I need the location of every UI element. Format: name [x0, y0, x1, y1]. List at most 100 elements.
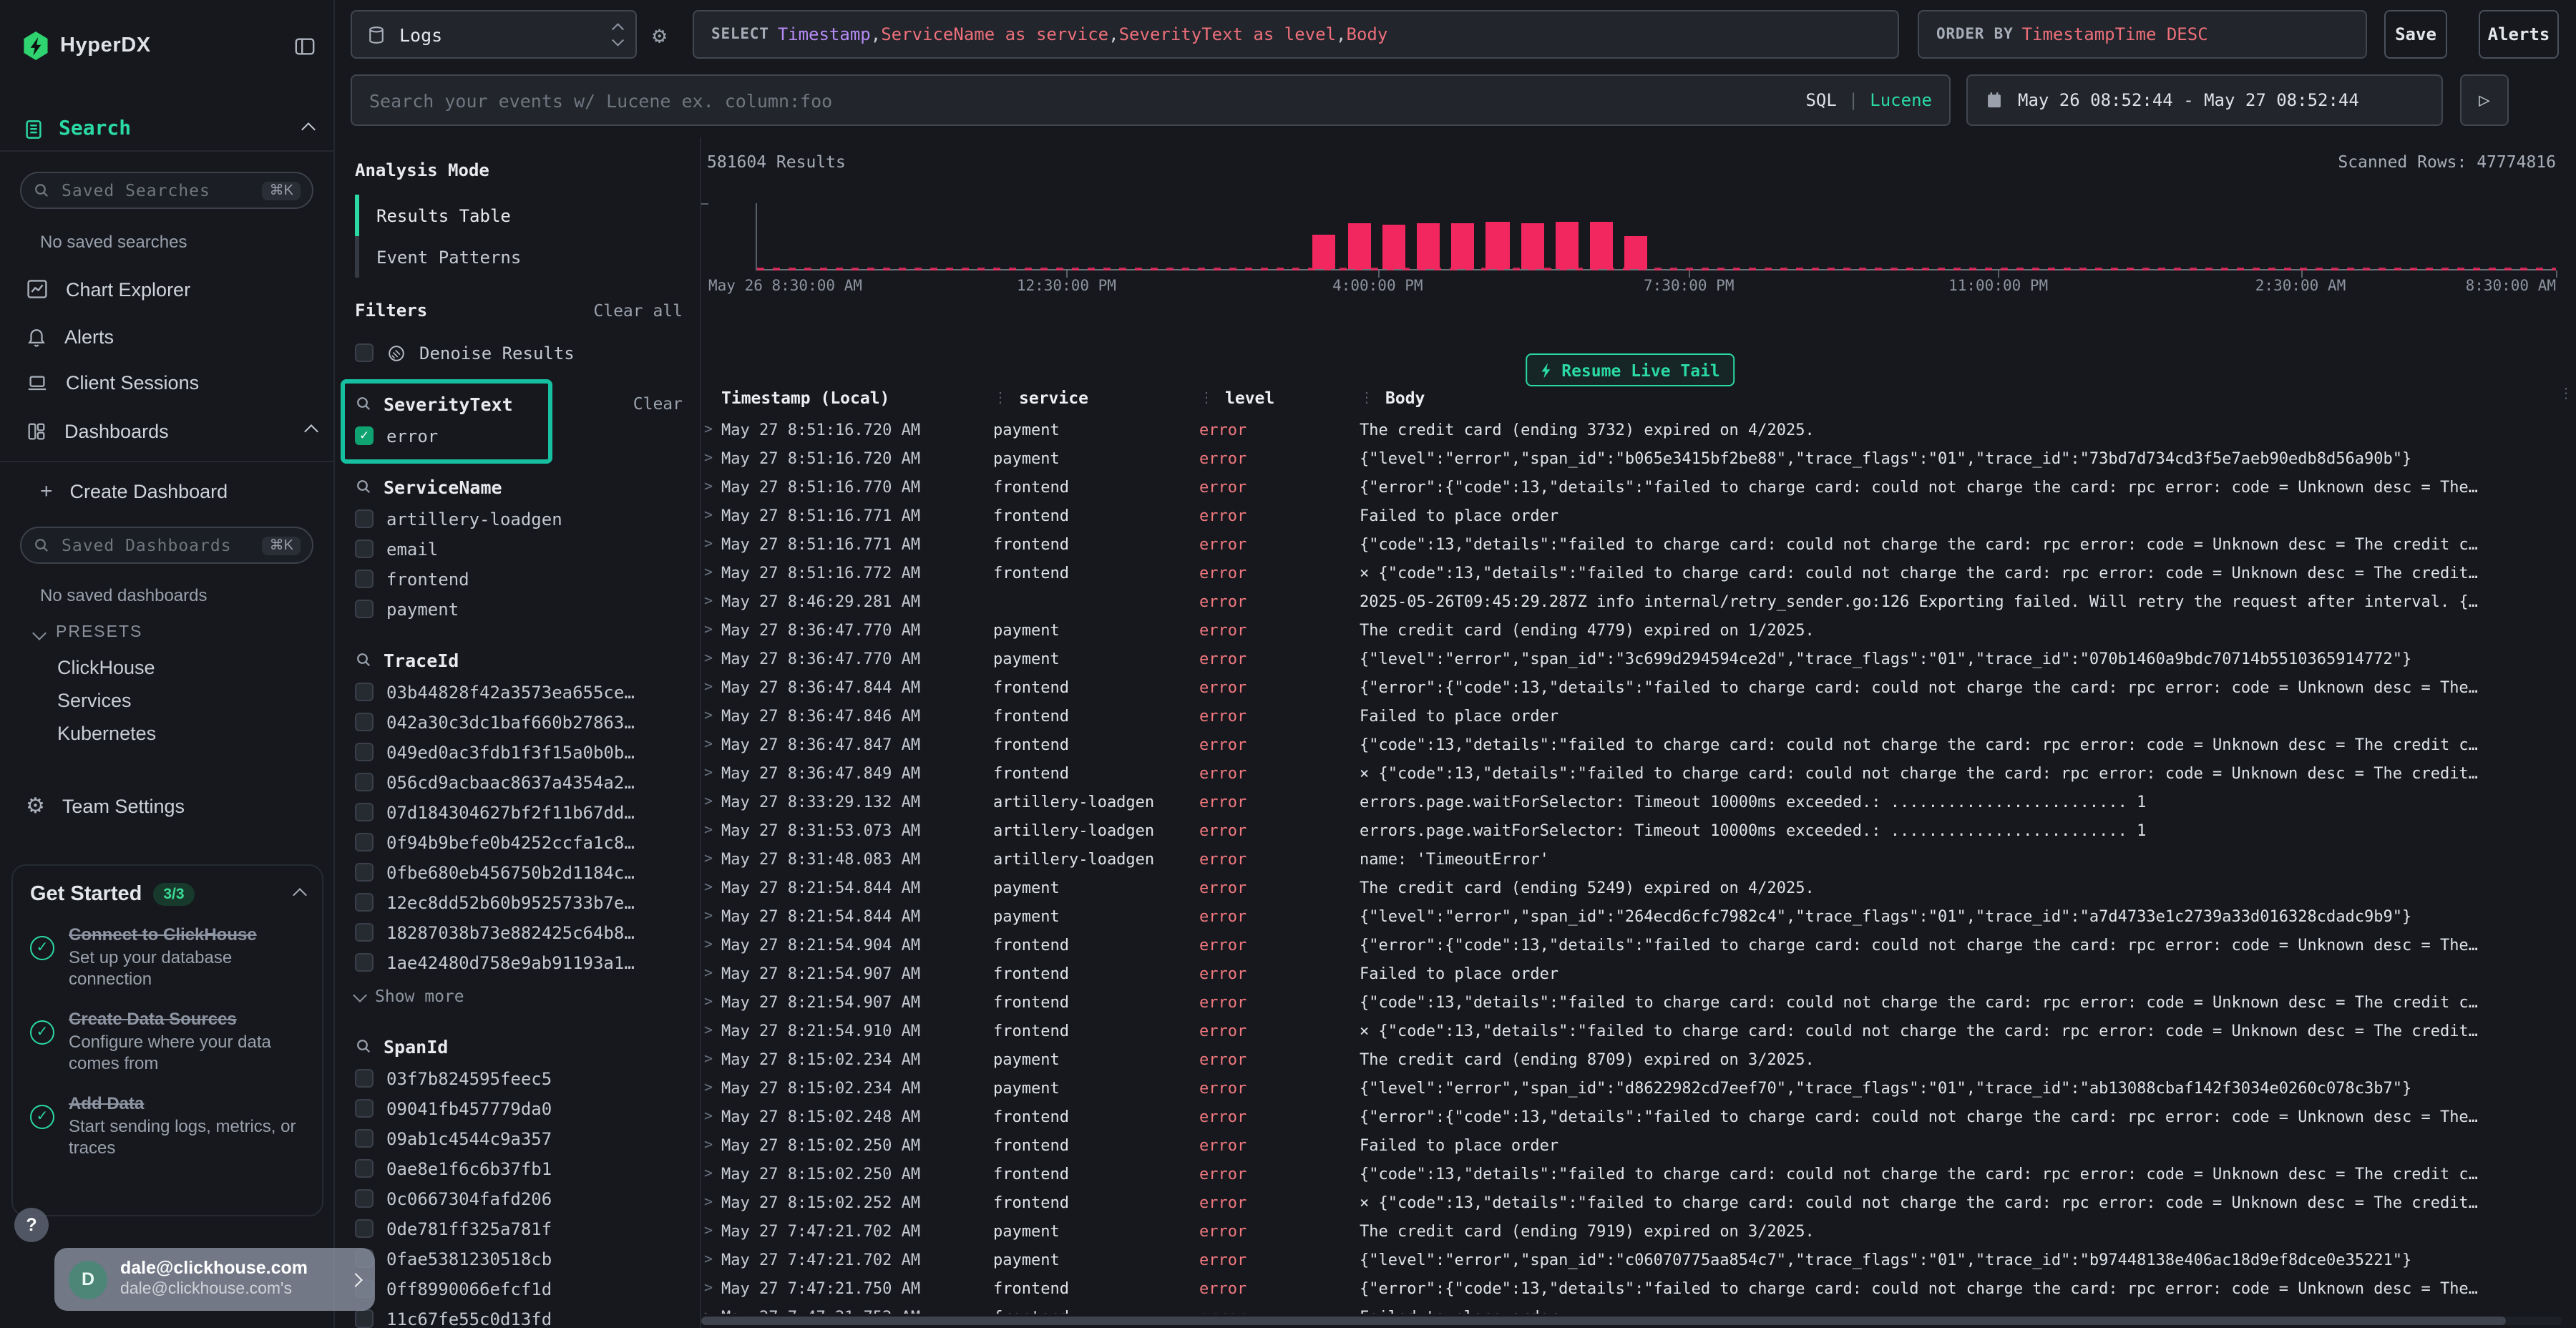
sidebar-item-alerts[interactable]: Alerts: [26, 319, 316, 353]
source-select[interactable]: Logs: [351, 10, 637, 59]
language-toggle-sql[interactable]: SQL: [1805, 90, 1836, 110]
table-row[interactable]: >May 27 8:46:29.281 AMerror2025-05-26T09…: [701, 587, 2576, 615]
user-menu[interactable]: D dale@clickhouse.com dale@clickhouse.co…: [54, 1248, 375, 1311]
row-expand-chevron[interactable]: >: [701, 1223, 721, 1239]
filter-option[interactable]: 0fbe680eb456750b2d1184c…: [355, 857, 683, 887]
checkbox[interactable]: [355, 1309, 374, 1328]
row-expand-chevron[interactable]: >: [701, 450, 721, 466]
table-row[interactable]: >May 27 8:36:47.770 AMpaymenterror{"leve…: [701, 644, 2576, 673]
collapse-sidebar-icon[interactable]: [293, 35, 316, 57]
checkbox-checked[interactable]: ✓: [355, 426, 374, 445]
table-row[interactable]: >May 27 7:47:21.702 AMpaymenterrorThe cr…: [701, 1216, 2576, 1245]
filter-option[interactable]: email: [355, 534, 683, 564]
scrollbar-thumb[interactable]: [701, 1317, 2506, 1325]
table-row[interactable]: >May 27 8:33:29.132 AMartillery-loadgene…: [701, 787, 2576, 816]
table-row[interactable]: >May 27 8:51:16.770 AMfrontenderror{"err…: [701, 472, 2576, 501]
create-dashboard-button[interactable]: + Create Dashboard: [40, 474, 316, 508]
row-expand-chevron[interactable]: >: [701, 1166, 721, 1181]
column-header-body[interactable]: ⋮Body: [1360, 388, 2576, 408]
table-row[interactable]: >May 27 7:47:21.750 AMfrontenderror{"err…: [701, 1274, 2576, 1302]
chart-bar[interactable]: [1521, 223, 1543, 269]
row-expand-chevron[interactable]: >: [701, 593, 721, 609]
row-expand-chevron[interactable]: >: [701, 622, 721, 638]
table-row[interactable]: >May 27 8:31:53.073 AMartillery-loadgene…: [701, 816, 2576, 844]
column-resize-grip[interactable]: ⋮: [1360, 390, 1374, 406]
chart-bar[interactable]: [1625, 236, 1648, 269]
checkbox[interactable]: [355, 1219, 374, 1238]
checkbox[interactable]: [355, 343, 374, 362]
table-row[interactable]: >May 27 8:21:54.907 AMfrontenderror{"cod…: [701, 987, 2576, 1016]
table-options-grip[interactable]: ⋮: [2559, 386, 2573, 402]
filter-option[interactable]: 1ae42480d758e9ab91193a1…: [355, 947, 683, 977]
row-expand-chevron[interactable]: >: [701, 994, 721, 1010]
row-expand-chevron[interactable]: >: [701, 937, 721, 952]
filter-option[interactable]: 03b44828f42a3573ea655ce…: [355, 677, 683, 707]
chart-bar[interactable]: [1590, 222, 1613, 269]
column-resize-grip[interactable]: ⋮: [993, 390, 1008, 406]
checkbox[interactable]: [355, 953, 374, 972]
source-settings-gear-icon[interactable]: ⚙: [653, 21, 666, 49]
checkbox[interactable]: [355, 803, 374, 821]
checkbox[interactable]: [355, 1129, 374, 1148]
row-expand-chevron[interactable]: >: [701, 708, 721, 723]
filter-option[interactable]: ✓error: [355, 421, 683, 451]
row-expand-chevron[interactable]: >: [701, 1251, 721, 1267]
row-expand-chevron[interactable]: >: [701, 1194, 721, 1210]
checkbox[interactable]: [355, 893, 374, 912]
table-row[interactable]: >May 27 8:15:02.234 AMpaymenterror{"leve…: [701, 1073, 2576, 1102]
saved-dashboards-input[interactable]: Saved Dashboards ⌘K: [20, 527, 313, 564]
filter-option[interactable]: 049ed0ac3fdb1f3f15a0b0b…: [355, 737, 683, 767]
filter-option[interactable]: 0c0667304fafd206: [355, 1183, 683, 1214]
checkbox[interactable]: [355, 683, 374, 701]
row-expand-chevron[interactable]: >: [701, 1080, 721, 1095]
table-row[interactable]: >May 27 8:21:54.844 AMpaymenterrorThe cr…: [701, 873, 2576, 902]
sidebar-item-services[interactable]: Services: [57, 685, 132, 714]
chart-bar[interactable]: [1417, 223, 1440, 269]
filter-option[interactable]: 056cd9acbaac8637a4354a2…: [355, 767, 683, 797]
run-query-button[interactable]: ▷: [2460, 74, 2509, 126]
date-range-picker[interactable]: May 26 08:52:44 - May 27 08:52:44: [1966, 74, 2443, 126]
checkbox[interactable]: [355, 1189, 374, 1208]
checkbox[interactable]: [355, 570, 374, 588]
chart-bar[interactable]: [1556, 222, 1579, 269]
filter-option[interactable]: artillery-loadgen: [355, 504, 683, 534]
table-row[interactable]: >May 27 8:36:47.846 AMfrontenderrorFaile…: [701, 701, 2576, 730]
checkbox[interactable]: [355, 600, 374, 618]
checkbox[interactable]: [355, 863, 374, 882]
row-expand-chevron[interactable]: >: [701, 965, 721, 981]
table-row[interactable]: >May 27 8:36:47.847 AMfrontenderror{"cod…: [701, 730, 2576, 758]
table-row[interactable]: >May 27 7:47:21.702 AMpaymenterror{"leve…: [701, 1245, 2576, 1274]
row-expand-chevron[interactable]: >: [701, 851, 721, 866]
language-toggle-lucene[interactable]: Lucene: [1870, 90, 1932, 110]
row-expand-chevron[interactable]: >: [701, 536, 721, 552]
sidebar-item-search[interactable]: Search: [23, 112, 313, 146]
mode-results-table[interactable]: Results Table: [355, 195, 683, 236]
chart-bar[interactable]: [1382, 225, 1405, 269]
show-more-traceid[interactable]: Show more: [355, 980, 683, 1010]
checkbox[interactable]: [355, 1099, 374, 1118]
chart-bar[interactable]: [1347, 224, 1370, 269]
filter-option[interactable]: 03f7b824595feec5: [355, 1063, 683, 1093]
presets-toggle[interactable]: PRESETS: [34, 620, 142, 645]
chevron-up-icon[interactable]: [301, 122, 316, 136]
checkbox[interactable]: [355, 773, 374, 791]
filter-option[interactable]: 11c67fe55c0d13fd: [355, 1304, 683, 1328]
chart-bar[interactable]: [1451, 223, 1474, 269]
table-row[interactable]: >May 27 8:51:16.772 AMfrontenderror× {"c…: [701, 558, 2576, 587]
filter-option[interactable]: payment: [355, 594, 683, 624]
table-row[interactable]: >May 27 8:51:16.771 AMfrontenderror{"cod…: [701, 529, 2576, 558]
row-expand-chevron[interactable]: >: [701, 1051, 721, 1067]
table-row[interactable]: >May 27 8:21:54.910 AMfrontenderror× {"c…: [701, 1016, 2576, 1045]
row-expand-chevron[interactable]: >: [701, 565, 721, 580]
table-row[interactable]: >May 27 8:36:47.844 AMfrontenderror{"err…: [701, 673, 2576, 701]
column-header-level[interactable]: ⋮level: [1199, 388, 1360, 408]
table-row[interactable]: >May 27 8:21:54.907 AMfrontenderrorFaile…: [701, 959, 2576, 987]
filter-option[interactable]: 09ab1c4544c9a357: [355, 1123, 683, 1153]
filter-option[interactable]: 09041fb457779da0: [355, 1093, 683, 1123]
mode-event-patterns[interactable]: Event Patterns: [355, 236, 683, 278]
table-row[interactable]: >May 27 7:47:21.752 AMfrontenderrorFaile…: [701, 1302, 2576, 1314]
filter-option[interactable]: 07d184304627bf2f11b67dd…: [355, 797, 683, 827]
sidebar-item-kubernetes[interactable]: Kubernetes: [57, 718, 156, 747]
horizontal-scrollbar[interactable]: [701, 1317, 2562, 1325]
row-expand-chevron[interactable]: >: [701, 1309, 721, 1314]
